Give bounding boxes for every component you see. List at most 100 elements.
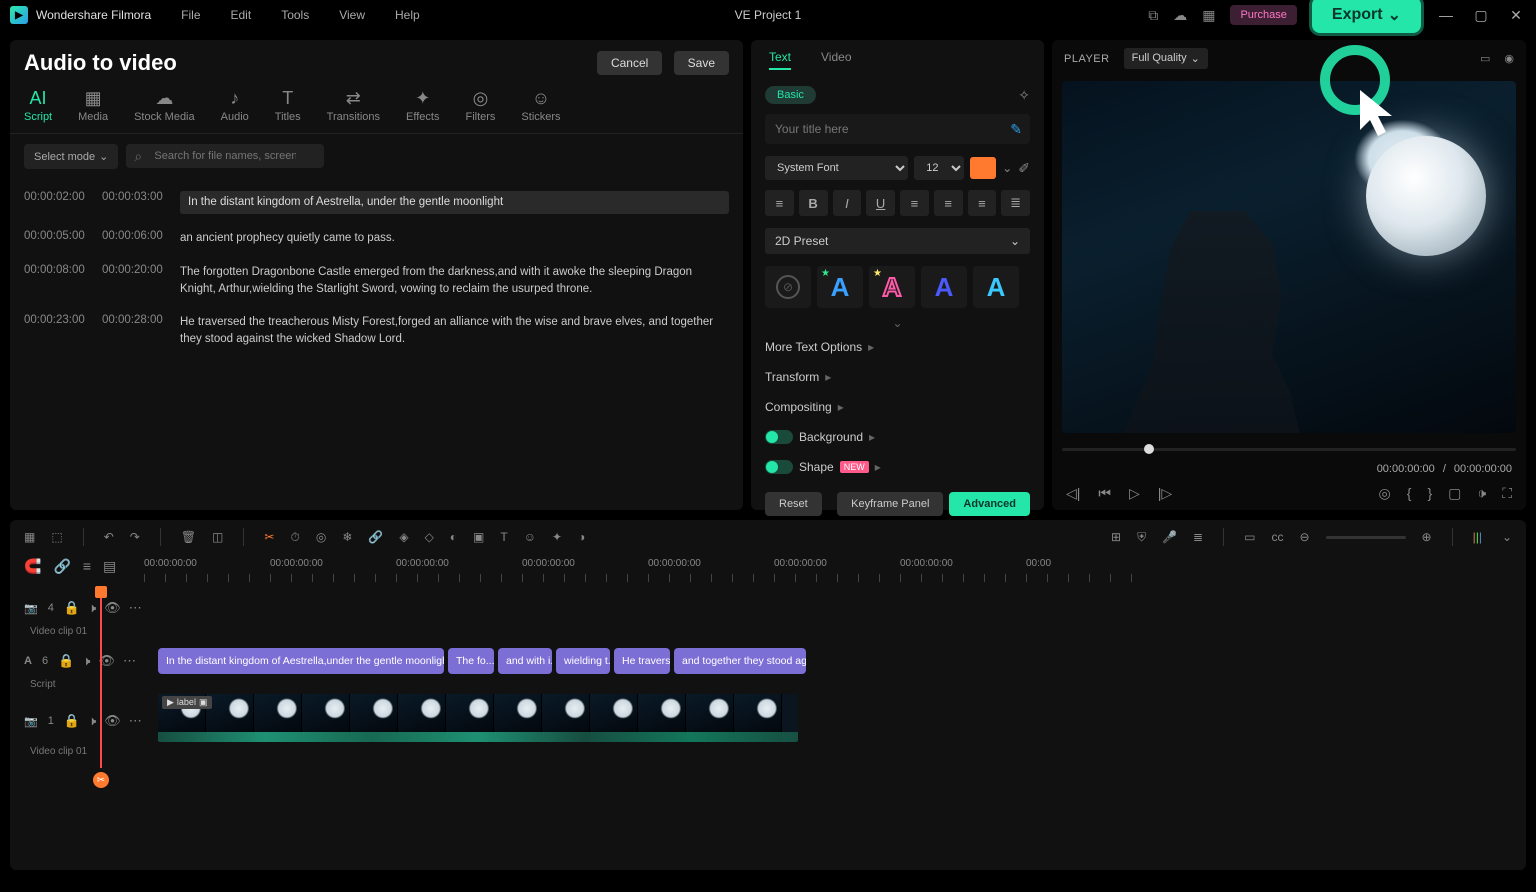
- equalizer-icon[interactable]: |||: [1473, 530, 1482, 544]
- cloud-icon[interactable]: ☁: [1173, 7, 1187, 24]
- preset-a4[interactable]: A: [973, 266, 1019, 308]
- eyedropper-icon[interactable]: ✐: [1018, 160, 1030, 177]
- search-input[interactable]: [126, 144, 324, 168]
- canvas-icon[interactable]: ▢: [1448, 485, 1461, 502]
- ratio-icon[interactable]: ▭: [1480, 52, 1490, 65]
- close-icon[interactable]: ✕: [1506, 7, 1526, 24]
- more-icon[interactable]: ⋯: [129, 600, 142, 616]
- tab-filters[interactable]: ◎Filters: [465, 88, 495, 123]
- tab-effects[interactable]: ✦Effects: [406, 88, 439, 123]
- speed-icon[interactable]: ⏱: [290, 530, 299, 545]
- link-icon[interactable]: 🔗: [53, 558, 70, 586]
- align-justify-button[interactable]: ≣: [1001, 190, 1030, 216]
- script-row[interactable]: 00:00:23:0000:00:28:00He traversed the t…: [24, 306, 729, 357]
- preset-a2[interactable]: A★: [869, 266, 915, 308]
- script-clip[interactable]: and together they stood agai...: [674, 648, 806, 674]
- mark-in-icon[interactable]: {: [1407, 485, 1412, 502]
- group-icon[interactable]: ◎: [316, 530, 326, 544]
- tab-audio[interactable]: ♪Audio: [221, 88, 249, 123]
- sticker-tl-icon[interactable]: ☺: [524, 530, 536, 544]
- menu-view[interactable]: View: [339, 8, 365, 22]
- more-icon[interactable]: ⌄: [1502, 530, 1512, 544]
- redo-icon[interactable]: ↷: [130, 530, 140, 544]
- chevron-down-icon[interactable]: ⌄: [1002, 161, 1012, 175]
- tab-video[interactable]: Video: [821, 50, 851, 70]
- play-button[interactable]: ▷: [1129, 485, 1140, 502]
- subtitles-icon[interactable]: cc: [1271, 530, 1283, 544]
- script-clip[interactable]: The fo...: [448, 648, 494, 674]
- menu-edit[interactable]: Edit: [231, 8, 252, 22]
- menu-tools[interactable]: Tools: [281, 8, 309, 22]
- align-right-button[interactable]: ≡: [968, 190, 997, 216]
- color-icon[interactable]: ▣: [473, 530, 484, 544]
- marker-icon[interactable]: ◈: [399, 530, 408, 544]
- edit-icon[interactable]: ✎: [1010, 121, 1022, 138]
- mute-icon[interactable]: 🕨: [88, 713, 96, 729]
- render-icon[interactable]: ▭: [1244, 530, 1255, 544]
- basic-chip[interactable]: Basic: [765, 86, 816, 104]
- script-row[interactable]: 00:00:08:0000:00:20:00The forgotten Drag…: [24, 256, 729, 307]
- more-text-options[interactable]: More Text Options▸: [751, 332, 1044, 362]
- script-clip[interactable]: wielding t...: [556, 648, 610, 674]
- save-button[interactable]: Save: [674, 51, 729, 75]
- mixer-icon[interactable]: ⊞: [1111, 530, 1121, 544]
- reset-button[interactable]: Reset: [765, 492, 822, 516]
- script-row[interactable]: 00:00:05:0000:00:06:00an ancient prophec…: [24, 222, 729, 255]
- eye-icon[interactable]: 👁: [104, 600, 121, 616]
- prev-frame-button[interactable]: ◁|: [1066, 485, 1080, 502]
- advanced-button[interactable]: Advanced: [949, 492, 1030, 516]
- quality-dropdown[interactable]: Full Quality⌄: [1124, 48, 1208, 69]
- maximize-icon[interactable]: ▢: [1471, 7, 1491, 24]
- undo-icon[interactable]: ↶: [104, 530, 114, 544]
- tab-titles[interactable]: TTitles: [275, 88, 301, 123]
- minimize-icon[interactable]: —: [1436, 7, 1456, 23]
- selection-icon[interactable]: ⬚: [51, 530, 62, 544]
- align-center-button[interactable]: ≡: [934, 190, 963, 216]
- underline-button[interactable]: U: [866, 190, 895, 216]
- menu-file[interactable]: File: [181, 8, 200, 22]
- shape-toggle[interactable]: [765, 460, 793, 474]
- snapshot-icon[interactable]: ◎: [1379, 485, 1391, 502]
- eye-icon[interactable]: 👁: [104, 713, 121, 729]
- mute-icon[interactable]: 🕨: [82, 653, 90, 669]
- cut-icon[interactable]: ✂: [264, 530, 274, 544]
- tab-transitions[interactable]: ⇄Transitions: [327, 88, 380, 123]
- title-input[interactable]: Your title here ✎: [765, 114, 1030, 144]
- link-icon[interactable]: 🔗: [368, 530, 383, 544]
- color-swatch[interactable]: [970, 157, 996, 179]
- more-icon[interactable]: ⋯: [129, 713, 142, 729]
- lock-icon[interactable]: 🔒: [64, 600, 80, 616]
- mic-icon[interactable]: 🎤: [1162, 530, 1177, 544]
- layers-icon[interactable]: ▤: [103, 558, 116, 586]
- freeze-icon[interactable]: ❄: [342, 530, 352, 544]
- mask-icon[interactable]: ◐: [450, 530, 457, 544]
- bold-button[interactable]: B: [799, 190, 828, 216]
- next-frame-button[interactable]: |▷: [1158, 485, 1172, 502]
- video-clip[interactable]: [158, 694, 798, 742]
- background-toggle[interactable]: [765, 430, 793, 444]
- compositing-section[interactable]: Compositing▸: [751, 392, 1044, 422]
- zoom-slider[interactable]: [1326, 536, 1406, 539]
- lock-icon[interactable]: 🔒: [64, 713, 80, 729]
- preview-icon[interactable]: ◉: [1504, 52, 1514, 65]
- ai-magic-icon[interactable]: ✧: [1018, 87, 1030, 104]
- script-clip[interactable]: He travers...: [614, 648, 670, 674]
- cancel-button[interactable]: Cancel: [597, 51, 662, 75]
- align-icon[interactable]: ≡: [83, 558, 91, 586]
- mark-out-icon[interactable]: }: [1427, 485, 1432, 502]
- select-mode-dropdown[interactable]: Select mode⌄: [24, 144, 118, 169]
- preset-2d-dropdown[interactable]: 2D Preset⌄: [765, 228, 1030, 254]
- mute-icon[interactable]: 🕨: [88, 600, 96, 616]
- indent-button[interactable]: ≡: [765, 190, 794, 216]
- adj-icon[interactable]: ◑: [578, 530, 585, 544]
- tab-script[interactable]: AIScript: [24, 88, 52, 123]
- preset-none[interactable]: ⊘: [765, 266, 811, 308]
- tab-media[interactable]: ▦Media: [78, 88, 108, 123]
- purchase-button[interactable]: Purchase: [1230, 5, 1296, 25]
- keyframe-panel-button[interactable]: Keyframe Panel: [837, 492, 943, 516]
- fullscreen-icon[interactable]: ⛶: [1502, 485, 1512, 502]
- tab-text[interactable]: Text: [769, 50, 791, 70]
- zoom-out-icon[interactable]: ⊖: [1299, 530, 1309, 544]
- script-clip[interactable]: In the distant kingdom of Aestrella,unde…: [158, 648, 444, 674]
- shield-icon[interactable]: ⛨: [1137, 530, 1146, 545]
